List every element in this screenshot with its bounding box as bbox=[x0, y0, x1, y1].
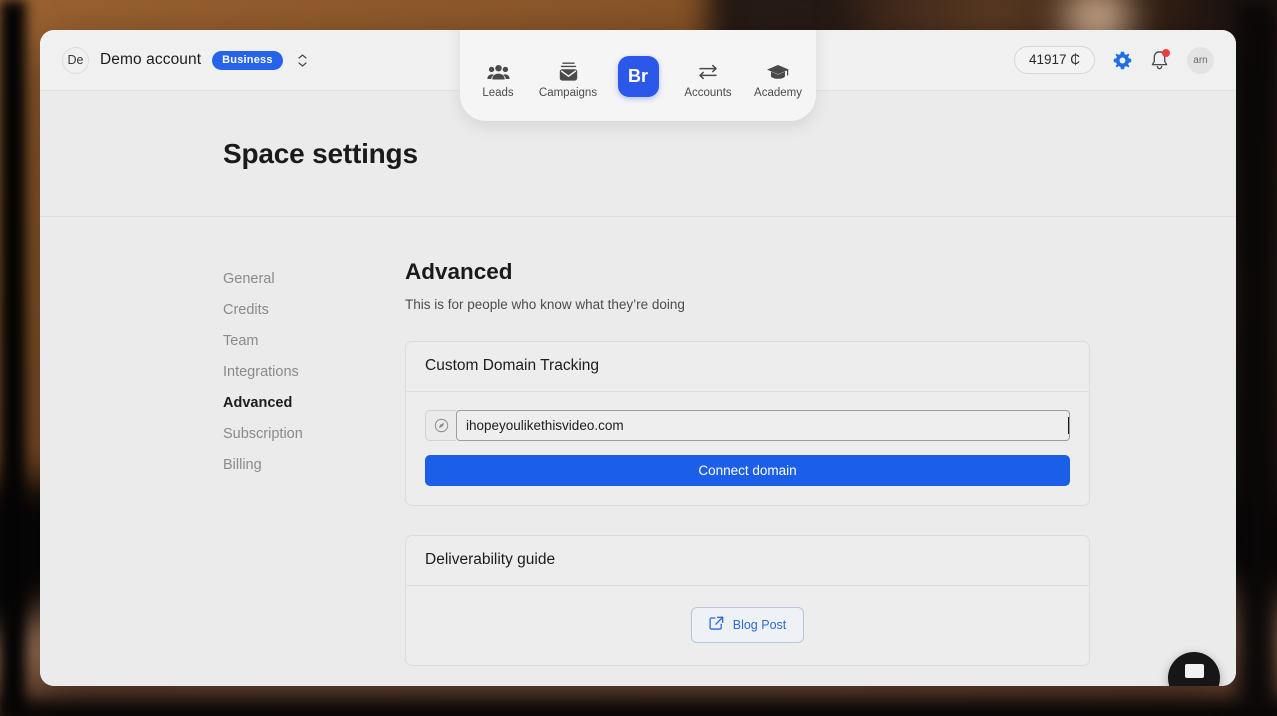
credits-balance[interactable]: 41917 ₵ bbox=[1014, 46, 1095, 74]
users-group-icon bbox=[487, 61, 510, 83]
sidebar-item-advanced[interactable]: Advanced bbox=[223, 387, 405, 418]
nav-item-accounts[interactable]: Accounts bbox=[673, 61, 743, 99]
domain-input-row bbox=[425, 410, 1070, 441]
blog-post-button[interactable]: Blog Post bbox=[691, 607, 805, 643]
gear-icon[interactable] bbox=[1113, 51, 1132, 70]
sidebar-item-team[interactable]: Team bbox=[223, 325, 405, 356]
avatar[interactable]: arn bbox=[1187, 47, 1214, 74]
sidebar-item-subscription[interactable]: Subscription bbox=[223, 418, 405, 449]
settings-body: General Credits Team Integrations Advanc… bbox=[40, 217, 1236, 686]
top-bar: De Demo account Business bbox=[40, 30, 1236, 91]
brand-logo: Br bbox=[618, 56, 659, 97]
sidebar-item-billing[interactable]: Billing bbox=[223, 449, 405, 480]
backdrop-left-edge bbox=[0, 0, 26, 716]
backdrop-right-edge bbox=[1237, 0, 1277, 716]
nav-label-accounts: Accounts bbox=[684, 87, 731, 99]
inbox-envelope-icon bbox=[559, 61, 578, 83]
section-subheading: This is for people who know what they’re… bbox=[405, 297, 1090, 312]
primary-nav: Leads Campaigns Br bbox=[460, 30, 816, 121]
sidebar-item-general[interactable]: General bbox=[223, 263, 405, 294]
top-bar-actions: 41917 ₵ arn bbox=[1014, 46, 1236, 74]
bell-icon[interactable] bbox=[1150, 50, 1169, 71]
arrows-exchange-icon bbox=[697, 61, 719, 83]
text-cursor bbox=[1068, 417, 1069, 434]
nav-item-academy[interactable]: Academy bbox=[743, 61, 813, 99]
chevron-up-down-icon[interactable] bbox=[298, 54, 307, 67]
connect-domain-button[interactable]: Connect domain bbox=[425, 455, 1070, 486]
deliverability-guide-card-body: Blog Post bbox=[406, 586, 1089, 665]
nav-item-leads[interactable]: Leads bbox=[463, 61, 533, 99]
brand-home-button[interactable]: Br bbox=[603, 56, 673, 99]
sidebar-item-integrations[interactable]: Integrations bbox=[223, 356, 405, 387]
sidebar-item-credits[interactable]: Credits bbox=[223, 294, 405, 325]
notification-dot bbox=[1162, 49, 1170, 57]
account-name: Demo account bbox=[100, 51, 201, 69]
app-window: De Demo account Business bbox=[40, 30, 1236, 686]
deliverability-guide-card: Deliverability guide Blog Post bbox=[405, 535, 1090, 666]
chat-bubble-glyph bbox=[1185, 664, 1204, 678]
nav-label-campaigns: Campaigns bbox=[539, 87, 597, 99]
nav-label-leads: Leads bbox=[482, 87, 513, 99]
external-link-icon bbox=[709, 616, 724, 634]
blog-post-button-label: Blog Post bbox=[733, 618, 787, 632]
account-switcher[interactable]: De Demo account Business bbox=[40, 47, 307, 74]
section-heading: Advanced bbox=[405, 259, 1090, 285]
custom-domain-card-title: Custom Domain Tracking bbox=[406, 342, 1089, 392]
deliverability-guide-card-title: Deliverability guide bbox=[406, 536, 1089, 586]
settings-sidebar: General Credits Team Integrations Advanc… bbox=[223, 259, 405, 686]
graduation-cap-icon bbox=[766, 61, 790, 83]
page-title: Space settings bbox=[40, 138, 418, 170]
custom-domain-card-body: Connect domain bbox=[406, 392, 1089, 505]
compass-globe-icon bbox=[425, 410, 456, 441]
nav-item-campaigns[interactable]: Campaigns bbox=[533, 61, 603, 99]
account-avatar: De bbox=[62, 47, 89, 74]
search-input[interactable] bbox=[456, 410, 1070, 441]
plan-badge: Business bbox=[212, 51, 283, 70]
custom-domain-card: Custom Domain Tracking Connect domain bbox=[405, 341, 1090, 506]
backdrop-bottom-edge bbox=[0, 700, 1277, 716]
nav-label-academy: Academy bbox=[754, 87, 802, 99]
settings-content: Advanced This is for people who know wha… bbox=[405, 259, 1236, 686]
